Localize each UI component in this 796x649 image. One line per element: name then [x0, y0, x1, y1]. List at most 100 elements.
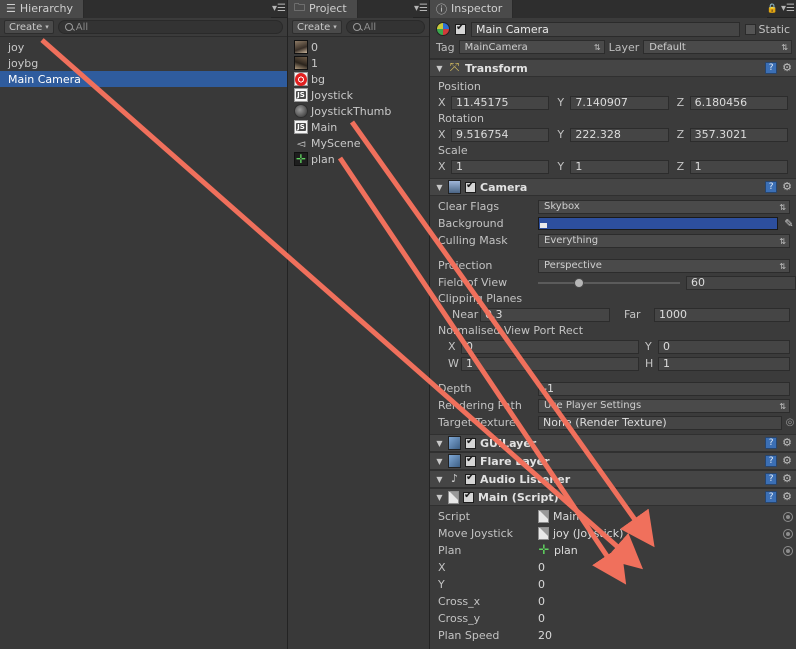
help-icon[interactable]: ? [765, 473, 778, 485]
cross-x-value[interactable]: 0 [538, 595, 545, 608]
gear-icon[interactable]: ⚙ [782, 473, 792, 484]
scale-z-field[interactable]: 1 [689, 159, 788, 174]
project-item-myscene[interactable]: ◅ MyScene [288, 135, 429, 151]
viewport-y-field[interactable]: 0 [658, 339, 790, 354]
gear-icon[interactable]: ⚙ [782, 62, 792, 73]
script-object-field[interactable]: Main [538, 509, 793, 524]
guilayer-enabled-checkbox[interactable] [465, 436, 476, 449]
mainscript-enabled-checkbox[interactable] [463, 490, 474, 503]
tab-inspector[interactable]: ⓘ Inspector [430, 0, 514, 18]
gear-icon[interactable]: ⚙ [782, 455, 792, 466]
static-toggle[interactable]: Static [744, 23, 792, 36]
plan-object-field[interactable]: ✛ plan [538, 543, 793, 558]
viewport-w-field[interactable]: 1 [461, 356, 639, 371]
object-picker-icon[interactable]: ◎ [784, 417, 796, 428]
help-icon[interactable]: ? [765, 181, 778, 193]
object-picker-icon[interactable] [783, 545, 793, 556]
project-panel-menu-icon[interactable]: ▾☰ [413, 3, 429, 14]
tab-hierarchy[interactable]: ☰ Hierarchy [0, 0, 85, 18]
hierarchy-item-main-camera[interactable]: Main Camera [0, 71, 287, 87]
static-checkbox[interactable] [744, 23, 756, 35]
mainscript-component-header[interactable]: ▼ Main (Script) ? ⚙ [430, 488, 796, 506]
near-field[interactable]: 0.3 [480, 307, 610, 322]
chevron-down-icon[interactable]: ▼ [435, 475, 444, 484]
audiolistener-component-header[interactable]: ▼ ♪ Audio Listener ? ⚙ [430, 470, 796, 488]
far-field[interactable]: 1000 [654, 307, 790, 322]
lock-icon[interactable]: 🔒 [767, 4, 780, 14]
y-value[interactable]: 0 [538, 578, 545, 591]
project-item-plan[interactable]: ✛ plan [288, 151, 429, 167]
gear-icon[interactable]: ⚙ [782, 491, 792, 502]
chevron-down-icon[interactable]: ▼ [435, 493, 444, 502]
hierarchy-create-button[interactable]: Create ▾ [4, 20, 54, 34]
hierarchy-search-input[interactable]: All [57, 20, 283, 34]
hierarchy-item-joy[interactable]: joy [0, 39, 287, 55]
rotation-z-field[interactable]: 357.3021 [689, 127, 788, 142]
eyedropper-icon[interactable]: ✎ [782, 217, 796, 230]
project-item-main[interactable]: JS Main [288, 119, 429, 135]
help-icon[interactable]: ? [765, 437, 778, 449]
inspector-panel-menu-icon[interactable]: ▾☰ [780, 3, 796, 14]
flarelayer-component-header[interactable]: ▼ Flare Layer ? ⚙ [430, 452, 796, 470]
guilayer-component-header[interactable]: ▼ GUILayer ? ⚙ [430, 434, 796, 452]
project-search-input[interactable]: All [345, 20, 425, 34]
plan-speed-value[interactable]: 20 [538, 629, 552, 642]
camera-component-header[interactable]: ▼ Camera ? ⚙ [430, 178, 796, 196]
layer-dropdown[interactable]: Default [643, 40, 792, 54]
x-value[interactable]: 0 [538, 561, 545, 574]
depth-field[interactable]: -1 [538, 381, 790, 396]
chevron-down-icon[interactable]: ▼ [435, 64, 444, 73]
cross-y-value[interactable]: 0 [538, 612, 545, 625]
axis-z-label: Z [676, 96, 685, 109]
audiolistener-title: Audio Listener [480, 472, 571, 486]
flarelayer-enabled-checkbox[interactable] [465, 454, 476, 467]
tag-dropdown[interactable]: MainCamera [458, 40, 605, 54]
help-icon[interactable]: ? [765, 455, 778, 467]
object-name-field[interactable]: Main Camera [471, 21, 740, 37]
object-enabled-checkbox[interactable] [455, 22, 466, 35]
audiolistener-enabled-checkbox[interactable] [465, 472, 476, 485]
object-picker-icon[interactable] [783, 511, 793, 522]
project-item-joystick[interactable]: JS Joystick [288, 87, 429, 103]
gear-icon[interactable]: ⚙ [782, 181, 792, 192]
hierarchy-item-joybg[interactable]: joybg [0, 55, 287, 71]
projection-dropdown[interactable]: Perspective [538, 258, 790, 273]
transform-component-header[interactable]: ▼ ⤧ Transform ? ⚙ [430, 59, 796, 77]
camera-enabled-checkbox[interactable] [465, 180, 476, 193]
clear-flags-dropdown[interactable]: Skybox [538, 199, 790, 214]
chevron-down-icon[interactable]: ▼ [435, 183, 444, 192]
position-x-field[interactable]: 11.45175 [451, 95, 550, 110]
hierarchy-panel-menu-icon[interactable]: ▾☰ [271, 3, 287, 14]
tag-label: Tag [436, 40, 455, 54]
tab-project[interactable]: 🗀 Project [288, 0, 358, 18]
chevron-down-icon[interactable]: ▼ [435, 457, 444, 466]
scale-x-field[interactable]: 1 [451, 159, 550, 174]
project-item-bg[interactable]: bg [288, 71, 429, 87]
project-item-joystickthumb[interactable]: JoystickThumb [288, 103, 429, 119]
object-picker-icon[interactable] [783, 528, 793, 539]
fov-slider-handle[interactable] [573, 277, 584, 288]
project-item-1[interactable]: 1 [288, 55, 429, 71]
move-joystick-object-field[interactable]: joy (Joystick) [538, 526, 793, 541]
background-color-swatch[interactable] [538, 217, 778, 230]
project-create-button[interactable]: Create ▾ [292, 20, 342, 34]
hierarchy-create-label: Create [9, 21, 43, 33]
chevron-down-icon[interactable]: ▼ [435, 439, 444, 448]
rotation-x-field[interactable]: 9.516754 [451, 127, 550, 142]
rotation-y-field[interactable]: 222.328 [570, 127, 669, 142]
help-icon[interactable]: ? [765, 491, 778, 503]
position-z-field[interactable]: 6.180456 [689, 95, 788, 110]
rendering-path-dropdown[interactable]: Use Player Settings [538, 398, 790, 413]
help-icon[interactable]: ? [765, 62, 778, 74]
fov-value-field[interactable]: 60 [686, 275, 796, 290]
position-y-field[interactable]: 7.140907 [570, 95, 669, 110]
culling-mask-dropdown[interactable]: Everything [538, 233, 790, 248]
viewport-x-field[interactable]: 0 [461, 339, 639, 354]
chevron-down-icon: ▾ [333, 23, 337, 31]
gear-icon[interactable]: ⚙ [782, 437, 792, 448]
viewport-h-field[interactable]: 1 [658, 356, 790, 371]
target-texture-field[interactable]: None (Render Texture) [538, 415, 782, 430]
project-item-0[interactable]: 0 [288, 39, 429, 55]
fov-slider[interactable] [538, 276, 680, 290]
scale-y-field[interactable]: 1 [570, 159, 669, 174]
